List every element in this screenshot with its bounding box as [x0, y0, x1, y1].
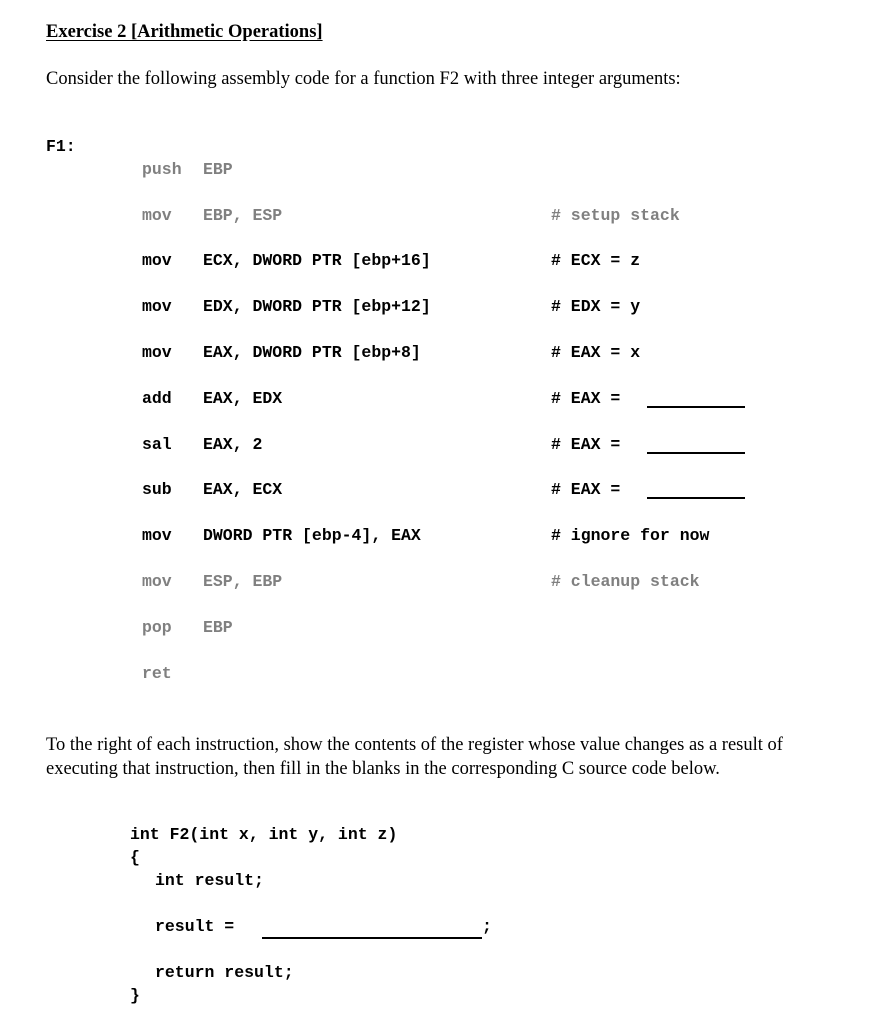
asm-opcode: mov [142, 526, 172, 545]
c-close-brace: } [130, 986, 140, 1005]
asm-line: mov ESP, EBP # cleanup stack [0, 572, 893, 596]
asm-line: mov EDX, DWORD PTR [ebp+12] # EDX = y [0, 297, 893, 321]
asm-opcode: mov [142, 297, 172, 316]
asm-opcode: mov [142, 251, 172, 270]
asm-comment: # setup stack [551, 206, 680, 225]
asm-opcode: mov [142, 572, 172, 591]
c-function-signature: int F2(int x, int y, int z) [130, 825, 398, 844]
eax-answer-blank-2[interactable] [647, 452, 745, 454]
asm-opcode: sal [142, 435, 172, 454]
asm-opcode: add [142, 389, 172, 408]
asm-operands: EBP [203, 618, 233, 637]
asm-comment: # EDX = y [551, 297, 641, 316]
asm-line: sub EAX, ECX # EAX = [0, 480, 893, 504]
asm-line: mov EAX, DWORD PTR [ebp+8] # EAX = x [0, 343, 893, 367]
asm-line: mov ECX, DWORD PTR [ebp+16] # ECX = z [0, 251, 893, 275]
asm-line: ret [0, 664, 893, 688]
asm-operands: EAX, EDX [203, 389, 283, 408]
asm-comment: # ignore for now [551, 526, 710, 545]
asm-opcode: ret [142, 664, 172, 683]
c-return-statement: return result; [155, 963, 294, 982]
asm-comment: # EAX = [551, 480, 621, 499]
c-declaration: int result; [155, 871, 264, 890]
asm-opcode: pop [142, 618, 172, 637]
asm-operands: EBP [203, 160, 233, 179]
asm-operands: EAX, DWORD PTR [ebp+8] [203, 343, 421, 362]
asm-opcode: push [142, 160, 182, 179]
c-open-brace: { [130, 848, 140, 867]
c-assignment-prefix: result = [155, 917, 235, 936]
asm-line: mov EBP, ESP # setup stack [0, 206, 893, 230]
result-expression-blank[interactable] [262, 937, 482, 939]
asm-line: mov DWORD PTR [ebp-4], EAX # ignore for … [0, 526, 893, 550]
asm-line: pop EBP [0, 618, 893, 642]
asm-line: sal EAX, 2 # EAX = [0, 435, 893, 459]
asm-operands: ESP, EBP [203, 572, 283, 591]
exercise-title: Exercise 2 [Arithmetic Operations] [46, 22, 323, 42]
asm-operands: EDX, DWORD PTR [ebp+12] [203, 297, 431, 316]
asm-opcode: mov [142, 343, 172, 362]
asm-operands: ECX, DWORD PTR [ebp+16] [203, 251, 431, 270]
asm-opcode: sub [142, 480, 172, 499]
asm-operands: EBP, ESP [203, 206, 283, 225]
c-assignment-semicolon: ; [482, 917, 492, 936]
asm-operands: DWORD PTR [ebp-4], EAX [203, 526, 421, 545]
asm-comment: # cleanup stack [551, 572, 700, 591]
asm-line: add EAX, EDX # EAX = [0, 389, 893, 413]
eax-answer-blank-1[interactable] [647, 406, 745, 408]
intro-text: Consider the following assembly code for… [46, 69, 681, 89]
asm-line: push EBP [0, 160, 893, 184]
asm-comment: # ECX = z [551, 251, 641, 270]
asm-opcode: mov [142, 206, 172, 225]
asm-comment: # EAX = x [551, 343, 641, 362]
asm-comment: # EAX = [551, 389, 621, 408]
function-label: F1: [46, 137, 76, 156]
eax-answer-blank-3[interactable] [647, 497, 745, 499]
asm-comment: # EAX = [551, 435, 621, 454]
instructions-paragraph: To the right of each instruction, show t… [46, 735, 783, 779]
asm-operands: EAX, 2 [203, 435, 263, 454]
asm-operands: EAX, ECX [203, 480, 283, 499]
